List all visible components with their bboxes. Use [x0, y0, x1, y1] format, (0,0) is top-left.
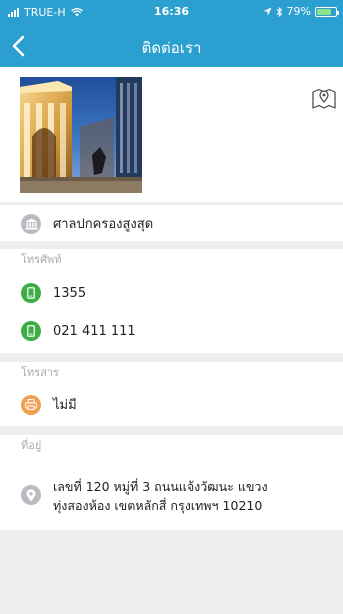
organization-name: ศาลปกครองสูงสุด — [53, 217, 154, 232]
phone-section-label: โทรศัพท์ — [0, 249, 343, 271]
page-title: ติดต่อเรา — [141, 39, 202, 57]
address-section-label: ที่อยู่ — [0, 435, 343, 457]
battery-icon — [315, 6, 339, 17]
location-arrow-icon — [263, 7, 272, 16]
phone-card: 1355 021 411 111 — [0, 271, 343, 353]
battery-percent: 79% — [286, 5, 311, 18]
address-line-1: เลขที่ 120 หมู่ที่ 3 ถนนแจ้งวัฒนะ แขวง — [53, 479, 268, 494]
fax-card: ไม่มี — [0, 384, 343, 426]
address-text: เลขที่ 120 หมู่ที่ 3 ถนนแจ้งวัฒนะ แขวง ท… — [53, 477, 268, 515]
status-right: 79% — [263, 5, 339, 18]
fax-value: ไม่มี — [53, 398, 77, 413]
phone-number[interactable]: 021 411 111 — [53, 324, 136, 339]
fax-section-label: โทรสาร — [0, 362, 343, 384]
screen: TRUE-H 16:36 79% ติดต่อเรา ศาลปกครองสูงส… — [0, 0, 343, 614]
back-chevron-icon[interactable] — [6, 32, 34, 60]
address-card: เลขที่ 120 หมู่ที่ 3 ถนนแจ้งวัฒนะ แขวง ท… — [0, 457, 343, 530]
header-bar: TRUE-H 16:36 79% ติดต่อเรา — [0, 0, 343, 67]
photo-card — [0, 67, 343, 202]
organization-card: ศาลปกครองสูงสุด — [0, 205, 343, 241]
address-row[interactable]: เลขที่ 120 หมู่ที่ 3 ถนนแจ้งวัฒนะ แขวง ท… — [0, 477, 343, 515]
phone-number[interactable]: 1355 — [53, 286, 86, 301]
courthouse-icon — [21, 213, 41, 234]
phone-icon — [21, 283, 41, 303]
navigation-bar: ติดต่อเรา — [0, 26, 343, 67]
map-pin-icon — [21, 485, 41, 505]
battery-level — [317, 8, 332, 15]
address-line-2: ทุ่งสองห้อง เขตหลักสี่ กรุงเทพฯ 10210 — [53, 498, 263, 513]
map-icon[interactable] — [311, 86, 337, 110]
fax-icon — [21, 394, 41, 415]
fax-row: ไม่มี — [0, 394, 343, 415]
building-photo — [20, 77, 142, 193]
status-bar: TRUE-H 16:36 79% — [0, 0, 343, 26]
organization-row: ศาลปกครองสูงสุด — [0, 213, 343, 234]
phone-icon — [21, 321, 41, 341]
bluetooth-icon — [276, 6, 282, 17]
phone-row-1[interactable]: 1355 — [0, 283, 343, 303]
phone-row-2[interactable]: 021 411 111 — [0, 321, 343, 341]
